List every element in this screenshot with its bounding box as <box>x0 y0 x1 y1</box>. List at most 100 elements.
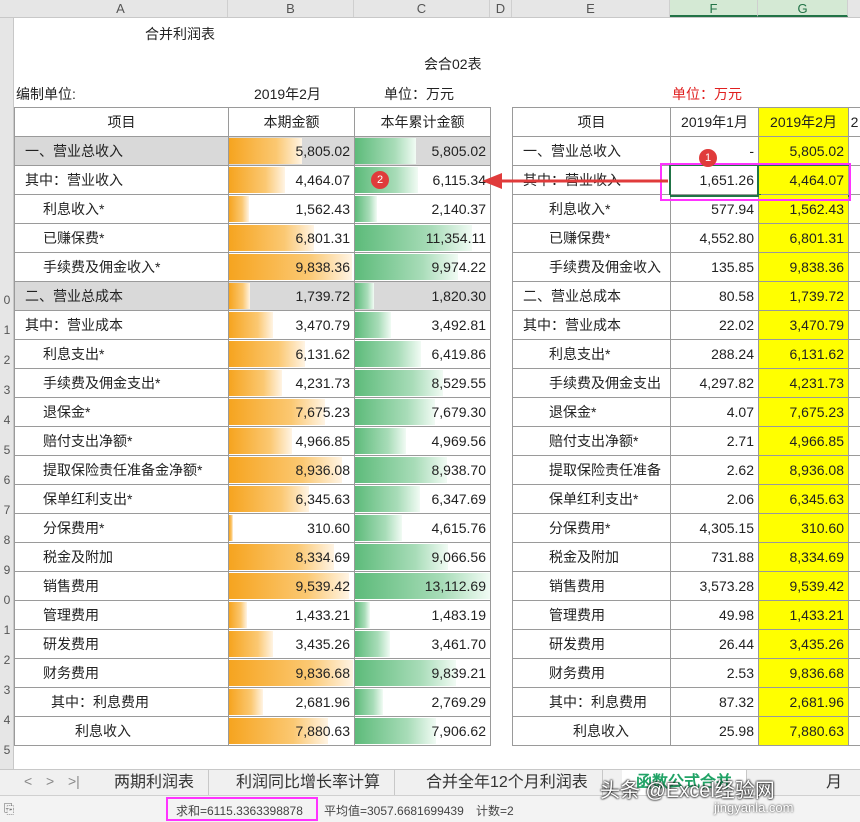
item-label[interactable]: 研发费用 <box>15 630 229 659</box>
jan-amount[interactable]: 49.98 <box>671 601 759 630</box>
sheet-tab-month[interactable]: 月 <box>820 770 848 796</box>
jan-amount[interactable]: 3,573.28 <box>671 572 759 601</box>
cumulative-amount-cell[interactable]: 6,347.69 <box>355 485 491 514</box>
next-column-cell[interactable] <box>849 688 860 717</box>
right-item-label[interactable]: 管理费用 <box>513 601 671 630</box>
item-label[interactable]: 利息支出* <box>15 340 229 369</box>
tab-next-icon[interactable]: > <box>46 773 54 789</box>
next-column-cell[interactable] <box>849 369 860 398</box>
right-item-label[interactable]: 已赚保费* <box>513 224 671 253</box>
next-column-cell[interactable] <box>849 514 860 543</box>
right-item-label[interactable]: 其中：营业成本 <box>513 311 671 340</box>
right-item-label[interactable]: 利息收入* <box>513 195 671 224</box>
right-item-label[interactable]: 手续费及佣金支出 <box>513 369 671 398</box>
current-amount-cell[interactable]: 2,681.96 <box>229 688 355 717</box>
next-column-cell[interactable] <box>849 224 860 253</box>
row-number[interactable]: 4 <box>0 413 14 431</box>
feb-amount[interactable]: 310.60 <box>759 514 849 543</box>
column-header-g[interactable]: G <box>758 0 848 17</box>
feb-amount[interactable]: 6,345.63 <box>759 485 849 514</box>
header-cumulative[interactable]: 本年累计金额 <box>355 108 491 137</box>
sheet-tab-two-period[interactable]: 两期利润表 <box>100 770 209 796</box>
feb-amount[interactable]: 4,966.85 <box>759 427 849 456</box>
next-column-cell[interactable] <box>849 311 860 340</box>
item-label[interactable]: 其中：营业成本 <box>15 311 229 340</box>
cumulative-amount-cell[interactable]: 2,140.37 <box>355 195 491 224</box>
item-label[interactable]: 分保费用* <box>15 514 229 543</box>
item-label[interactable]: 手续费及佣金支出* <box>15 369 229 398</box>
jan-amount[interactable]: 4,297.82 <box>671 369 759 398</box>
right-item-label[interactable]: 财务费用 <box>513 659 671 688</box>
cumulative-amount-cell[interactable]: 5,805.02 <box>355 137 491 166</box>
cumulative-amount-cell[interactable]: 4,615.76 <box>355 514 491 543</box>
current-amount-cell[interactable]: 4,231.73 <box>229 369 355 398</box>
right-item-label[interactable]: 赔付支出净额* <box>513 427 671 456</box>
row-number[interactable]: 3 <box>0 383 14 401</box>
row-number[interactable]: 2 <box>0 353 14 371</box>
jan-amount[interactable]: 2.53 <box>671 659 759 688</box>
item-label[interactable]: 销售费用 <box>15 572 229 601</box>
feb-amount[interactable]: 3,470.79 <box>759 311 849 340</box>
cumulative-amount-cell[interactable]: 7,679.30 <box>355 398 491 427</box>
feb-amount[interactable]: 9,838.36 <box>759 253 849 282</box>
current-amount-cell[interactable]: 9,838.36 <box>229 253 355 282</box>
next-column-cell[interactable] <box>849 253 860 282</box>
tab-last-icon[interactable]: >| <box>68 773 80 789</box>
row-number[interactable]: 0 <box>0 593 14 611</box>
item-label[interactable]: 管理费用 <box>15 601 229 630</box>
cumulative-amount-cell[interactable]: 2,769.29 <box>355 688 491 717</box>
next-column-cell[interactable] <box>849 572 860 601</box>
row-number[interactable]: 7 <box>0 503 14 521</box>
jan-amount[interactable]: 26.44 <box>671 630 759 659</box>
jan-amount[interactable]: 4,552.80 <box>671 224 759 253</box>
item-label[interactable]: 一、营业总收入 <box>15 137 229 166</box>
next-column-cell[interactable] <box>849 659 860 688</box>
current-amount-cell[interactable]: 310.60 <box>229 514 355 543</box>
next-column-cell[interactable] <box>849 456 860 485</box>
current-amount-cell[interactable]: 8,334.69 <box>229 543 355 572</box>
next-column-cell[interactable] <box>849 485 860 514</box>
jan-amount[interactable]: 2.62 <box>671 456 759 485</box>
row-number[interactable]: 3 <box>0 683 14 701</box>
column-header-d[interactable]: D <box>490 0 512 17</box>
header-feb[interactable]: 2019年2月 <box>759 108 849 137</box>
item-label[interactable]: 税金及附加 <box>15 543 229 572</box>
row-number[interactable]: 2 <box>0 653 14 671</box>
column-header-a[interactable]: A <box>14 0 228 17</box>
item-label[interactable]: 二、营业总成本 <box>15 282 229 311</box>
cumulative-amount-cell[interactable]: 6,419.86 <box>355 340 491 369</box>
right-item-label[interactable]: 退保金* <box>513 398 671 427</box>
row-number[interactable]: 8 <box>0 533 14 551</box>
current-amount-cell[interactable]: 4,464.07 <box>229 166 355 195</box>
cumulative-amount-cell[interactable]: 7,906.62 <box>355 717 491 746</box>
tab-prev-icon[interactable]: < <box>24 773 32 789</box>
next-column-cell[interactable] <box>849 137 860 166</box>
feb-amount[interactable]: 7,675.23 <box>759 398 849 427</box>
feb-amount[interactable]: 6,131.62 <box>759 340 849 369</box>
item-label[interactable]: 已赚保费* <box>15 224 229 253</box>
right-item-label[interactable]: 一、营业总收入 <box>513 137 671 166</box>
jan-amount[interactable]: 4.07 <box>671 398 759 427</box>
cumulative-amount-cell[interactable]: 8,938.70 <box>355 456 491 485</box>
feb-amount[interactable]: 5,805.02 <box>759 137 849 166</box>
header-jan[interactable]: 2019年1月 <box>671 108 759 137</box>
cumulative-amount-cell[interactable]: 3,461.70 <box>355 630 491 659</box>
right-item-label[interactable]: 销售费用 <box>513 572 671 601</box>
row-number[interactable]: 5 <box>0 443 14 461</box>
feb-amount[interactable]: 8,936.08 <box>759 456 849 485</box>
next-column-cell[interactable] <box>849 398 860 427</box>
item-label[interactable]: 利息收入* <box>15 195 229 224</box>
next-column-cell[interactable] <box>849 340 860 369</box>
right-item-label[interactable]: 利息支出* <box>513 340 671 369</box>
sheet-tab-12-month[interactable]: 合并全年12个月利润表 <box>412 770 603 796</box>
feb-amount[interactable]: 3,435.26 <box>759 630 849 659</box>
current-amount-cell[interactable]: 6,131.62 <box>229 340 355 369</box>
row-number[interactable]: 1 <box>0 623 14 641</box>
right-item-label[interactable]: 分保费用* <box>513 514 671 543</box>
page-layout-icon[interactable]: ⎘ <box>4 801 14 817</box>
current-amount-cell[interactable]: 9,539.42 <box>229 572 355 601</box>
feb-amount[interactable]: 9,539.42 <box>759 572 849 601</box>
jan-amount[interactable]: 4,305.15 <box>671 514 759 543</box>
right-item-label[interactable]: 保单红利支出* <box>513 485 671 514</box>
column-header-f[interactable]: F <box>670 0 758 17</box>
